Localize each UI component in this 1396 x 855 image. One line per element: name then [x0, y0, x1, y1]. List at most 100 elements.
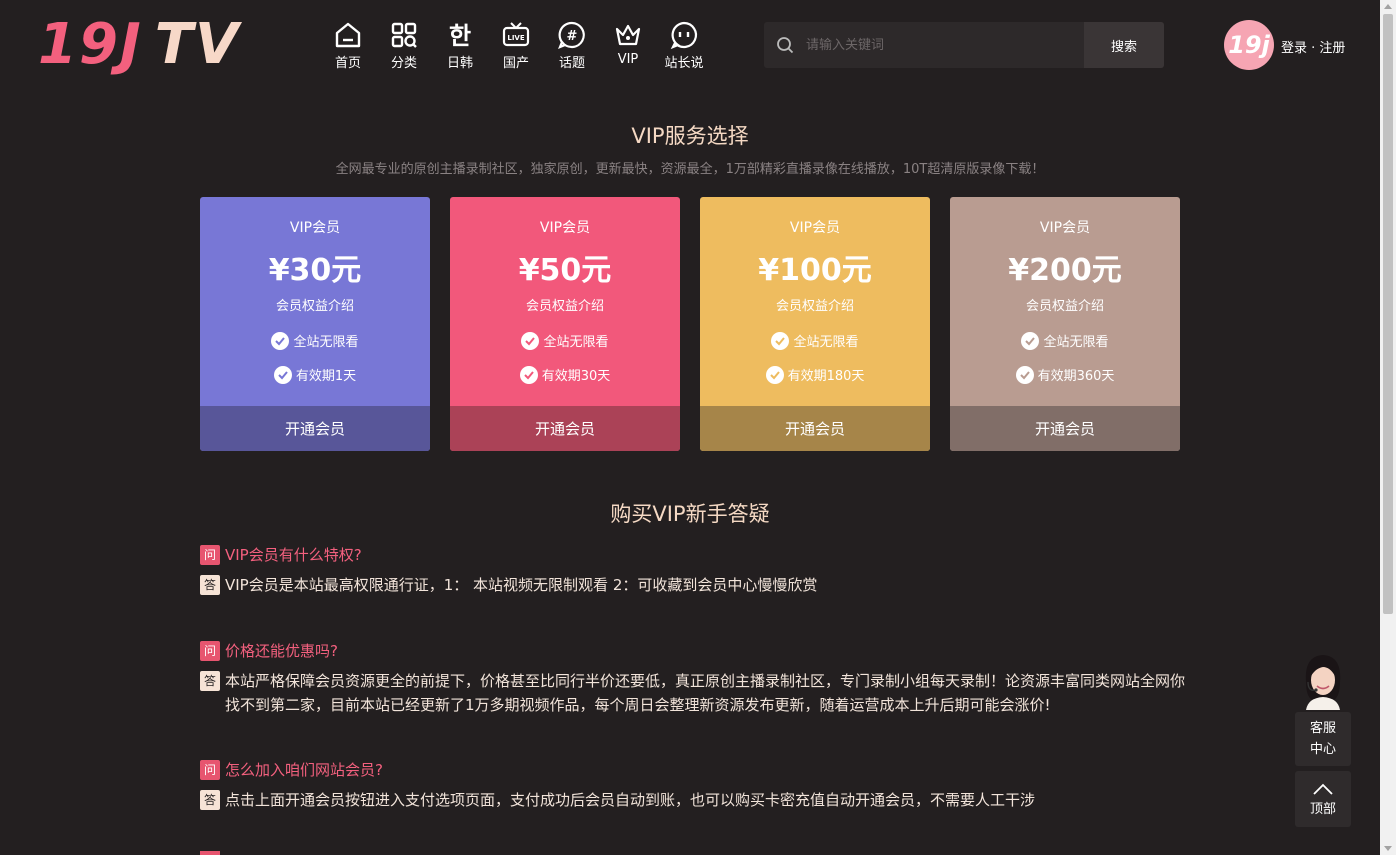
vip-plan-list: VIP会员 ¥30元会员权益介绍全站无限看有效期1天开通会员 VIP会员 ¥50元会员…	[200, 197, 1180, 451]
plan-price: ¥30元	[268, 253, 362, 288]
open-membership-button[interactable]: 开通会员	[200, 406, 430, 451]
faq-question-text: 怎么加入咱们网站会员?	[225, 761, 383, 779]
vip-plan-card: VIP会员 ¥100元会员权益介绍全站无限看有效期180天开通会员	[700, 197, 930, 451]
auth-links: 登录 · 注册	[1281, 37, 1345, 56]
vip-plan-card: VIP会员 ¥50元 会员权益介绍 全站无限看 有效期30天 开通会员	[450, 197, 680, 451]
check-circle-icon	[271, 331, 290, 350]
plan-feature: 有效期1天	[200, 365, 430, 384]
plan-label: VIP会员	[789, 220, 841, 236]
plan-feature: 有效期30天	[450, 365, 680, 384]
category-icon	[391, 22, 417, 48]
faq-answer: 答本站严格保障会员资源更全的前提下，价格甚至比同行半价还要低，真正原创主播录制社…	[200, 669, 1190, 717]
back-to-top-button[interactable]: 顶部	[1295, 771, 1351, 827]
svg-text:#: #	[567, 29, 578, 44]
search-bar: 搜索	[764, 22, 1164, 68]
faq-question-tag-partial	[200, 851, 220, 855]
answer-tag-icon: 答	[200, 575, 220, 595]
plan-feature-text: 全站无限看	[293, 335, 359, 350]
faq-answer-text: 本站严格保障会员资源更全的前提下，价格甚至比同行半价还要低，真正原创主播录制社区…	[225, 672, 1186, 714]
plan-benefits-title: 会员权益介绍	[525, 299, 604, 314]
faq-question-text: 价格还能优惠吗?	[225, 642, 338, 660]
check-circle-icon	[765, 365, 784, 384]
site-logo[interactable]: 19J TV	[38, 11, 240, 77]
customer-service-avatar-icon	[1305, 655, 1341, 710]
plan-feature: 全站无限看	[200, 331, 430, 350]
register-link[interactable]: 注册	[1319, 41, 1345, 56]
check-circle-icon	[273, 365, 292, 384]
search-button[interactable]: 搜索	[1084, 22, 1164, 68]
scroll-up-arrow-icon[interactable]	[1384, 4, 1392, 9]
nav-item-jp-kr[interactable]: 한 日韩	[432, 20, 488, 71]
faq-section-title: 购买VIP新手答疑	[610, 502, 770, 526]
nav-item-category[interactable]: 分类	[376, 20, 432, 71]
plan-feature-text: 有效期1天	[295, 369, 357, 384]
home-icon	[335, 22, 361, 48]
chevron-up-icon	[1313, 783, 1333, 795]
plan-label: VIP会员	[289, 220, 341, 236]
nav-item-label: 话题	[558, 56, 585, 71]
plan-feature-text: 全站无限看	[793, 335, 859, 350]
main-nav: 首页 分类 한 日韩 LIVE 国产 # 话题 VIP 站长说	[320, 20, 712, 71]
scroll-down-arrow-icon[interactable]	[1384, 846, 1392, 851]
plan-feature: 全站无限看	[450, 331, 680, 350]
plan-price: ¥100元	[758, 253, 872, 288]
question-tag-icon: 问	[200, 759, 220, 780]
open-membership-button[interactable]: 开通会员	[700, 406, 930, 451]
check-circle-icon	[521, 331, 540, 350]
check-circle-icon	[1021, 331, 1040, 350]
faq-question: 问价格还能优惠吗?	[200, 640, 1190, 661]
nav-item-vip[interactable]: VIP	[600, 20, 656, 71]
plan-benefits-title: 会员权益介绍	[775, 299, 854, 314]
plan-price: ¥200元	[1008, 253, 1122, 288]
auth-separator: ·	[1307, 41, 1320, 56]
nav-item-domestic[interactable]: LIVE 国产	[488, 20, 544, 71]
plan-feature: 全站无限看	[950, 331, 1180, 350]
answer-tag-icon: 答	[200, 671, 220, 691]
page-scrollbar[interactable]	[1380, 0, 1396, 855]
crown-icon	[615, 24, 641, 46]
question-tag-icon: 问	[200, 544, 220, 565]
plan-feature-text: 全站无限看	[1043, 335, 1109, 350]
nav-item-label: 分类	[390, 56, 417, 71]
nav-item-topic[interactable]: # 话题	[544, 20, 600, 71]
faq-item: 问怎么加入咱们网站会员? 答点击上面开通会员按钮进入支付选项页面，支付成功后会员…	[200, 759, 1190, 812]
plan-feature-text: 有效期360天	[1037, 369, 1115, 384]
login-link[interactable]: 登录	[1281, 41, 1307, 56]
faq-question: 问 VIP会员有什么特权?	[200, 544, 1190, 565]
hashtag-icon: #	[558, 21, 585, 49]
nav-item-label: VIP	[617, 52, 639, 67]
check-circle-icon	[519, 365, 538, 384]
vip-section-subtitle: 全网最专业的原创主播录制社区，独家原创，更新最快，资源最全，1万部精彩直播录像在…	[335, 162, 1045, 177]
plan-feature: 有效期360天	[950, 365, 1180, 384]
logo-part-19j: 19J	[38, 11, 143, 77]
answer-tag-icon: 答	[200, 790, 220, 810]
check-circle-icon	[1015, 365, 1034, 384]
search-icon	[764, 22, 806, 68]
open-membership-button[interactable]: 开通会员	[450, 406, 680, 451]
plan-feature-text: 有效期180天	[787, 369, 865, 384]
nav-item-home[interactable]: 首页	[320, 20, 376, 71]
back-to-top-label: 顶部	[1309, 802, 1336, 817]
nav-item-label: 站长说	[664, 56, 704, 71]
live-tv-icon: LIVE	[502, 22, 530, 47]
plan-feature: 有效期180天	[700, 365, 930, 384]
nav-item-label: 日韩	[446, 56, 473, 71]
chat-face-icon	[670, 21, 698, 50]
avatar[interactable]: 19j	[1224, 20, 1274, 70]
svg-text:LIVE: LIVE	[507, 34, 524, 42]
faq-item: 问 VIP会员有什么特权? 答 VIP会员是本站最高权限通行证，1： 本站视频无限制…	[200, 544, 1190, 597]
faq-answer: 答点击上面开通会员按钮进入支付选项页面，支付成功后会员自动到账，也可以购买卡密充…	[200, 788, 1190, 812]
faq-item: 问价格还能优惠吗? 答本站严格保障会员资源更全的前提下，价格甚至比同行半价还要低…	[200, 640, 1190, 717]
nav-item-admin-says[interactable]: 站长说	[656, 20, 712, 71]
nav-item-label: 首页	[334, 56, 361, 71]
search-input[interactable]	[806, 22, 1084, 68]
faq-question: 问怎么加入咱们网站会员?	[200, 759, 1190, 780]
scrollbar-thumb[interactable]	[1383, 14, 1393, 614]
open-membership-button[interactable]: 开通会员	[950, 406, 1180, 451]
faq-answer-text: VIP会员是本站最高权限通行证，1： 本站视频无限制观看 2：可收藏到会员中心慢…	[225, 576, 818, 594]
customer-service-button[interactable]: 客服 中心	[1295, 712, 1351, 766]
faq-answer-text: 点击上面开通会员按钮进入支付选项页面，支付成功后会员自动到账，也可以购买卡密充值…	[225, 791, 1036, 809]
nav-item-label: 国产	[502, 56, 529, 71]
customer-service-label-2: 中心	[1309, 742, 1336, 757]
plan-price: ¥50元	[518, 253, 612, 288]
